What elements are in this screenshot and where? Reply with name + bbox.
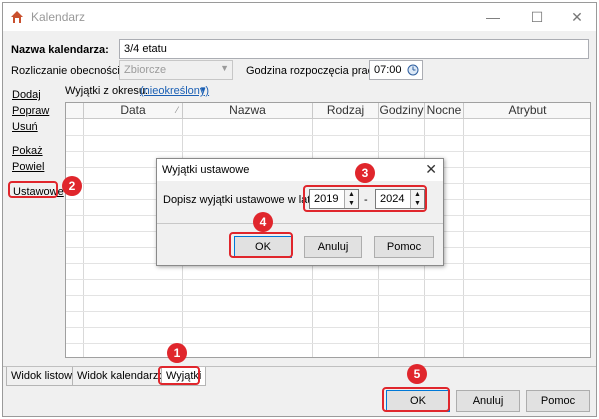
grid-row-line <box>66 311 590 312</box>
grid-row-line <box>66 135 590 136</box>
column-header-date[interactable]: Data ⁄ <box>84 103 183 119</box>
cancel-button[interactable]: Anuluj <box>456 390 520 412</box>
dialog-title-bar: Wyjątki ustawowe ✕ <box>157 159 443 181</box>
statutory-exceptions-dialog: Wyjątki ustawowe ✕ Dopisz wyjątki ustawo… <box>156 158 444 266</box>
year-from-value: 2019 <box>314 193 339 205</box>
statutory-link[interactable]: Ustawowe <box>13 186 64 198</box>
duplicate-link[interactable]: Powiel <box>12 161 44 173</box>
dialog-close-button[interactable]: ✕ <box>425 161 437 178</box>
grid-row-line <box>66 343 590 344</box>
step-marker-5: 5 <box>407 364 427 384</box>
year-to-value: 2024 <box>380 193 405 205</box>
add-link[interactable]: Dodaj <box>12 89 41 101</box>
chevron-down-icon: ▼ <box>220 63 229 73</box>
column-header-label: Data <box>120 103 146 117</box>
dialog-ok-button[interactable]: OK <box>234 236 292 258</box>
dialog-cancel-button[interactable]: Anuluj <box>304 236 362 258</box>
clock-icon[interactable] <box>407 64 419 76</box>
column-header-name[interactable]: Nazwa <box>183 103 313 119</box>
calendar-name-label: Nazwa kalendarza: <box>11 44 109 56</box>
maximize-button[interactable]: ☐ <box>522 6 552 28</box>
dialog-prompt: Dopisz wyjątki ustawowe w latach <box>163 194 329 206</box>
grid-row-line <box>66 151 590 152</box>
help-button[interactable]: Pomoc <box>526 390 590 412</box>
spinner-arrows-icon[interactable]: ▲ ▼ <box>344 190 358 208</box>
ok-button[interactable]: OK <box>386 390 450 412</box>
step-marker-3: 3 <box>355 163 375 183</box>
close-button[interactable]: ✕ <box>562 6 592 28</box>
calendar-name-field[interactable]: 3/4 etatu <box>119 39 589 59</box>
year-to-spinner[interactable]: 2024 ▲ ▼ <box>375 189 425 209</box>
grid-divider <box>463 119 464 357</box>
grid-divider <box>83 119 84 357</box>
start-hour-field[interactable]: 07:00 <box>369 60 423 80</box>
chevron-down-icon[interactable]: ▼ <box>199 85 207 94</box>
column-header-type[interactable]: Rodzaj <box>313 103 379 119</box>
step-marker-4: 4 <box>253 212 273 232</box>
step-marker-2: 2 <box>62 176 82 196</box>
view-tabs: Widok listowy Widok kalendarzowy Wyjątki <box>3 366 596 386</box>
show-link[interactable]: Pokaż <box>12 145 43 157</box>
delete-link[interactable]: Usuń <box>12 121 38 133</box>
step-marker-1: 1 <box>167 343 187 363</box>
title-bar: Kalendarz — ☐ ✕ <box>3 3 596 31</box>
attendance-label: Rozliczanie obecności: <box>11 65 123 77</box>
dialog-help-button[interactable]: Pomoc <box>374 236 434 258</box>
spinner-arrows-icon[interactable]: ▲ ▼ <box>410 190 424 208</box>
edit-link[interactable]: Popraw <box>12 105 49 117</box>
app-icon <box>11 11 23 23</box>
tab-exceptions[interactable]: Wyjątki <box>161 367 207 386</box>
start-hour-value: 07:00 <box>374 64 402 76</box>
grid-row-line <box>66 295 590 296</box>
attendance-select[interactable]: Zbiorcze ▼ <box>119 60 233 80</box>
attendance-value: Zbiorcze <box>124 64 167 76</box>
year-range-dash: - <box>364 194 368 206</box>
window-title: Kalendarz <box>31 10 86 24</box>
dialog-title: Wyjątki ustawowe <box>162 164 250 176</box>
dialog-separator <box>157 223 443 224</box>
period-filter-label: Wyjątki z okresu: <box>65 85 149 97</box>
sort-icon: ⁄ <box>176 105 178 115</box>
minimize-button[interactable]: — <box>478 6 508 28</box>
row-header-cell <box>66 103 84 119</box>
grid-row-line <box>66 279 590 280</box>
start-hour-label: Godzina rozpoczęcia pracy: <box>246 65 382 77</box>
column-header-hours[interactable]: Godziny <box>379 103 425 119</box>
column-header-attribute[interactable]: Atrybut <box>464 103 590 119</box>
grid-row-line <box>66 327 590 328</box>
year-from-spinner[interactable]: 2019 ▲ ▼ <box>309 189 359 209</box>
column-header-night[interactable]: Nocne <box>425 103 464 119</box>
